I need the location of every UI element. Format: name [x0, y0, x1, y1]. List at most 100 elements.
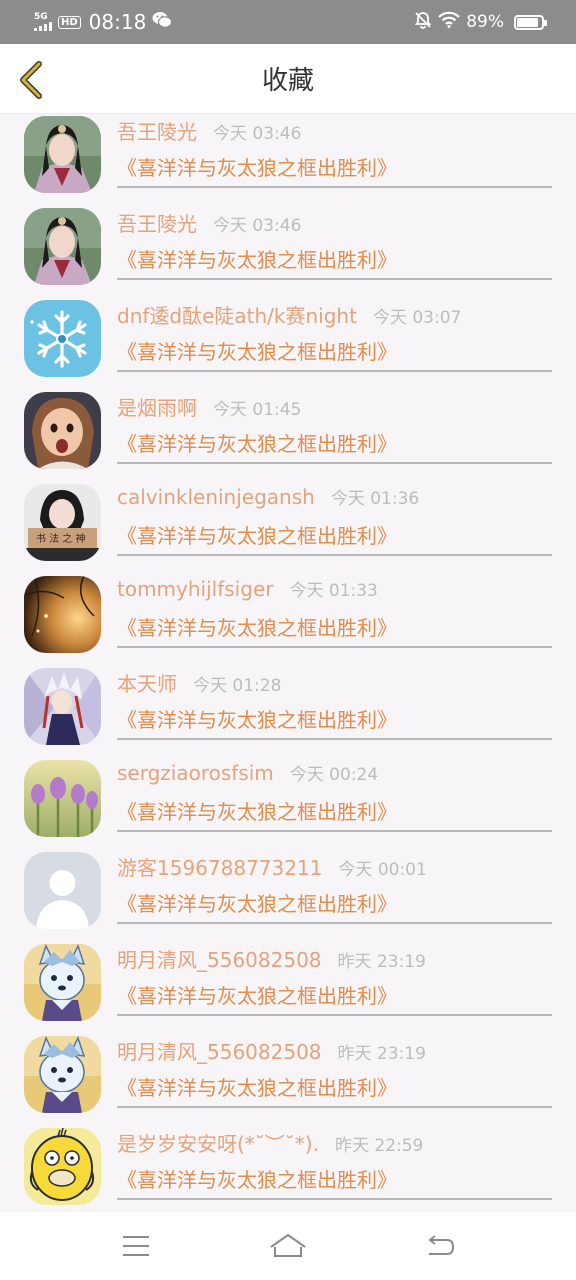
favorite-title-link[interactable]: 《喜洋洋与灰太狼之框出胜利》 — [117, 518, 552, 554]
divider — [117, 1014, 552, 1016]
item-header: tommyhijlfsiger 今天 01:33 — [117, 576, 552, 610]
timestamp: 今天 03:46 — [213, 216, 302, 236]
favorite-title-link[interactable]: 《喜洋洋与灰太狼之框出胜利》 — [117, 334, 552, 370]
timestamp: 昨天 22:59 — [334, 1136, 424, 1156]
avatar-anime-master[interactable] — [24, 668, 101, 745]
favorite-title-link[interactable]: 《喜洋洋与灰太狼之框出胜利》 — [117, 1070, 552, 1106]
battery-icon — [514, 14, 547, 30]
item-header: 是烟雨啊 今天 01:45 — [117, 392, 552, 426]
wifi-icon — [438, 11, 460, 33]
avatar-snowflake[interactable] — [24, 300, 101, 377]
user-name[interactable]: 吾王陵光 — [117, 208, 197, 237]
favorite-title-link[interactable]: 《喜洋洋与灰太狼之框出胜利》 — [117, 426, 552, 462]
menu-button[interactable] — [106, 1222, 166, 1270]
user-name[interactable]: 是烟雨啊 — [117, 392, 197, 421]
list-item[interactable]: 是烟雨啊 今天 01:45 《喜洋洋与灰太狼之框出胜利》 — [0, 390, 576, 482]
favorite-title-link[interactable]: 《喜洋洋与灰太狼之框出胜利》 — [117, 702, 552, 738]
avatar-default-user[interactable] — [24, 852, 101, 929]
item-text: 吾王陵光 今天 03:46 《喜洋洋与灰太狼之框出胜利》 — [117, 208, 552, 280]
avatar-tulips[interactable] — [24, 760, 101, 837]
item-text: dnf逶d酞e陡ath/k赛night 今天 03:07 《喜洋洋与灰太狼之框出胜利… — [117, 300, 552, 372]
list-item[interactable]: 是岁岁安安呀(*˘︶˘*). 昨天 22:59 《喜洋洋与灰太狼之框出胜利》 — [0, 1126, 576, 1212]
divider — [117, 1198, 552, 1200]
item-header: 吾王陵光 今天 03:46 — [117, 116, 552, 150]
signal-icon: 5G — [34, 13, 52, 31]
item-text: 吾王陵光 今天 03:46 《喜洋洋与灰太狼之框出胜利》 — [117, 116, 552, 188]
item-header: 明月清风_556082508 昨天 23:19 — [117, 944, 552, 978]
list-item[interactable]: 明月清风_556082508 昨天 23:19 《喜洋洋与灰太狼之框出胜利》 — [0, 1034, 576, 1126]
home-icon — [270, 1234, 306, 1257]
avatar-sunset[interactable] — [24, 576, 101, 653]
status-bar: 5G HD 08:18 89% — [0, 0, 576, 44]
header: 收藏 — [0, 44, 576, 114]
favorite-title-link[interactable]: 《喜洋洋与灰太狼之框出胜利》 — [117, 1162, 552, 1198]
item-text: 明月清风_556082508 昨天 23:19 《喜洋洋与灰太狼之框出胜利》 — [117, 1036, 552, 1108]
favorite-title-link[interactable]: 《喜洋洋与灰太狼之框出胜利》 — [117, 794, 552, 830]
user-name[interactable]: tommyhijlfsiger — [117, 577, 273, 601]
list-item[interactable]: 书 法 之 神 calvinkleninjegansh 今天 01:36 《喜洋洋与… — [0, 482, 576, 574]
timestamp: 今天 01:45 — [213, 400, 302, 420]
battery-percent: 89% — [466, 12, 504, 32]
wechat-icon — [152, 11, 173, 34]
system-back-button[interactable] — [410, 1222, 470, 1270]
divider — [117, 830, 552, 832]
timestamp: 昨天 23:19 — [337, 1044, 426, 1064]
user-name[interactable]: 吾王陵光 — [117, 116, 197, 145]
avatar-costume-man[interactable] — [24, 116, 101, 193]
home-button[interactable] — [258, 1222, 318, 1270]
user-name[interactable]: dnf逶d酞e陡ath/k赛night — [117, 300, 357, 329]
item-text: tommyhijlfsiger 今天 01:33 《喜洋洋与灰太狼之框出胜利》 — [117, 576, 552, 648]
divider — [117, 738, 552, 740]
list-item[interactable]: 吾王陵光 今天 03:46 《喜洋洋与灰太狼之框出胜利》 — [0, 206, 576, 298]
item-header: 游客1596788773211 今天 00:01 — [117, 852, 552, 886]
item-text: sergziaorosfsim 今天 00:24 《喜洋洋与灰太狼之框出胜利》 — [117, 760, 552, 832]
timestamp: 今天 03:46 — [213, 124, 302, 144]
list-item[interactable]: dnf逶d酞e陡ath/k赛night 今天 03:07 《喜洋洋与灰太狼之框出胜利… — [0, 298, 576, 390]
user-name[interactable]: 明月清风_556082508 — [117, 944, 322, 973]
list-item[interactable]: sergziaorosfsim 今天 00:24 《喜洋洋与灰太狼之框出胜利》 — [0, 758, 576, 850]
divider — [117, 646, 552, 648]
avatar-child[interactable] — [24, 392, 101, 469]
timestamp: 今天 03:07 — [372, 308, 462, 328]
system-nav-bar — [0, 1212, 576, 1280]
back-button[interactable] — [12, 58, 52, 102]
user-name[interactable]: sergziaorosfsim — [117, 761, 274, 785]
avatar-wolf-cartoon[interactable] — [24, 1036, 101, 1113]
battery-tip — [544, 19, 547, 26]
timestamp: 今天 01:33 — [289, 581, 378, 601]
avatar-costume-man[interactable] — [24, 208, 101, 285]
favorite-title-link[interactable]: 《喜洋洋与灰太狼之框出胜利》 — [117, 978, 552, 1014]
status-right: 89% — [414, 11, 547, 34]
avatar-woman-sign[interactable]: 书 法 之 神 — [24, 484, 101, 561]
divider — [117, 462, 552, 464]
list-item[interactable]: 游客1596788773211 今天 00:01 《喜洋洋与灰太狼之框出胜利》 — [0, 850, 576, 942]
divider — [117, 370, 552, 372]
avatar-wolf-cartoon[interactable] — [24, 944, 101, 1021]
item-header: calvinkleninjegansh 今天 01:36 — [117, 484, 552, 518]
favorite-title-link[interactable]: 《喜洋洋与灰太狼之框出胜利》 — [117, 150, 552, 186]
user-name[interactable]: 明月清风_556082508 — [117, 1036, 322, 1065]
user-name[interactable]: 是岁岁安安呀(*˘︶˘*). — [117, 1128, 319, 1157]
item-text: calvinkleninjegansh 今天 01:36 《喜洋洋与灰太狼之框出胜利… — [117, 484, 552, 556]
clock: 08:18 — [88, 10, 147, 34]
user-name[interactable]: 本天师 — [117, 668, 177, 697]
svg-text:书 法 之 神: 书 法 之 神 — [36, 532, 86, 545]
favorite-title-link[interactable]: 《喜洋洋与灰太狼之框出胜利》 — [117, 610, 552, 646]
favorite-title-link[interactable]: 《喜洋洋与灰太狼之框出胜利》 — [117, 886, 552, 922]
list-item[interactable]: tommyhijlfsiger 今天 01:33 《喜洋洋与灰太狼之框出胜利》 — [0, 574, 576, 666]
item-header: sergziaorosfsim 今天 00:24 — [117, 760, 552, 794]
item-header: dnf逶d酞e陡ath/k赛night 今天 03:07 — [117, 300, 552, 334]
list-item[interactable]: 本天师 今天 01:28 《喜洋洋与灰太狼之框出胜利》 — [0, 666, 576, 758]
divider — [117, 278, 552, 280]
menu-icon — [123, 1236, 149, 1256]
list-item[interactable]: 吾王陵光 今天 03:46 《喜洋洋与灰太狼之框出胜利》 — [0, 114, 576, 206]
favorite-title-link[interactable]: 《喜洋洋与灰太狼之框出胜利》 — [117, 242, 552, 278]
user-name[interactable]: 游客1596788773211 — [117, 852, 322, 881]
user-name[interactable]: calvinkleninjegansh — [117, 485, 315, 509]
timestamp: 今天 01:28 — [193, 676, 282, 696]
avatar-psyduck[interactable] — [24, 1128, 101, 1205]
timestamp: 今天 00:24 — [289, 765, 379, 785]
timestamp: 今天 01:36 — [330, 489, 420, 509]
hd-badge: HD — [58, 15, 81, 29]
list-item[interactable]: 明月清风_556082508 昨天 23:19 《喜洋洋与灰太狼之框出胜利》 — [0, 942, 576, 1034]
